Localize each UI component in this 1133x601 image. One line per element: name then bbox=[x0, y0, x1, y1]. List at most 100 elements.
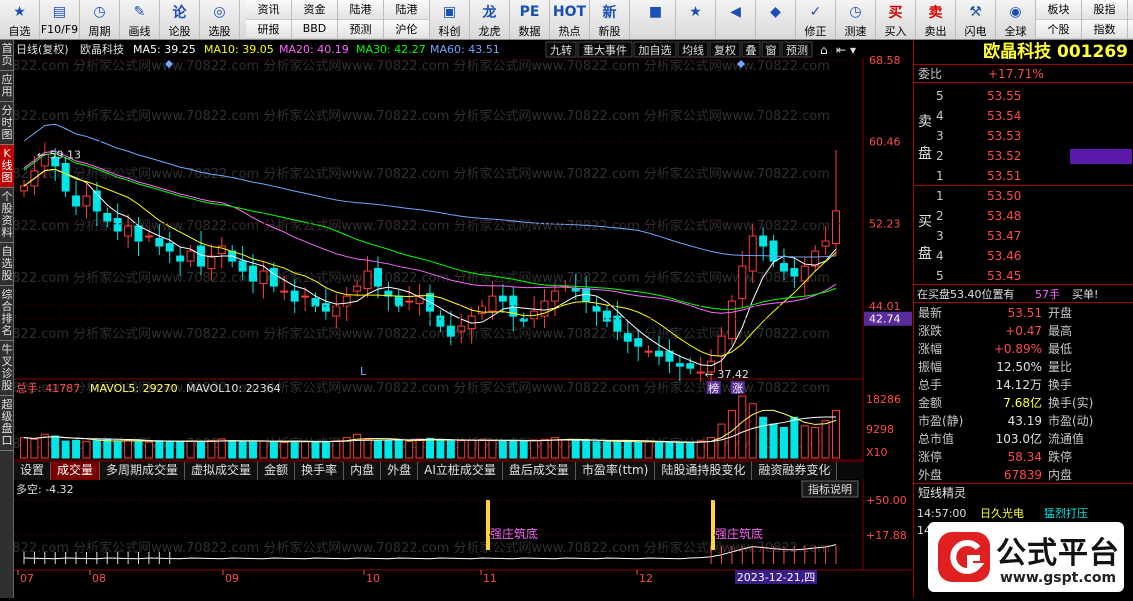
tool3-0[interactable]: ■ bbox=[636, 0, 676, 39]
tool2-1[interactable]: 龙龙虎 bbox=[470, 0, 510, 39]
tool-group-1-1[interactable]: BBD bbox=[292, 19, 337, 39]
buy-4-level: 4 bbox=[936, 249, 944, 263]
tool-group2-1-1[interactable]: 指数 bbox=[1082, 19, 1127, 39]
left-tab-5[interactable]: 自选股 bbox=[0, 243, 14, 286]
volume-bar bbox=[602, 441, 611, 459]
tool-group2-2-0[interactable]: 美股 bbox=[1128, 0, 1133, 20]
tab-4[interactable]: 金额 bbox=[258, 462, 296, 480]
volume-bar bbox=[134, 440, 143, 459]
badge-bang-text: 榜 bbox=[708, 381, 719, 395]
tool-3-icon: ✎ bbox=[133, 4, 146, 20]
left-tab-6[interactable]: 综合排名 bbox=[0, 286, 14, 341]
left-tab-2[interactable]: 分时图 bbox=[0, 102, 14, 145]
stat-label2-4: 换手 bbox=[1048, 378, 1073, 392]
volume-bar bbox=[738, 395, 747, 459]
tool2-2-label: 数据 bbox=[518, 25, 541, 38]
volume-bar bbox=[800, 425, 809, 459]
tool-2-label: 周期 bbox=[88, 25, 111, 38]
tool4-1[interactable]: 卖卖出 bbox=[916, 0, 956, 39]
tool3-2[interactable]: ◀ bbox=[716, 0, 756, 39]
tool4-2[interactable]: ⚒ 闪电 bbox=[956, 0, 996, 39]
tool2-1-icon: 龙 bbox=[482, 5, 497, 21]
tool-4[interactable]: 论论股 bbox=[160, 0, 200, 39]
tool-0-label: 自选 bbox=[8, 25, 31, 38]
tool3-4[interactable]: ✓ 修正 bbox=[796, 0, 836, 39]
mavol10-label: MAVOL10: 22364 bbox=[186, 382, 281, 395]
stat-label2-5: 换手(实) bbox=[1048, 396, 1094, 410]
volume-bar bbox=[467, 439, 476, 459]
tool-group2-1-0[interactable]: 股指 bbox=[1082, 0, 1127, 20]
tool-5-label: 选股 bbox=[208, 25, 231, 38]
left-tab-7[interactable]: 牛叉诊股 bbox=[0, 341, 14, 396]
tool-group-0-1[interactable]: 研报 bbox=[246, 19, 291, 39]
tool-1[interactable]: ▤ F10/F9 bbox=[40, 0, 80, 39]
volume-bar bbox=[249, 441, 258, 459]
stat-value-8: 58.34 bbox=[1007, 450, 1042, 464]
tab-2[interactable]: 多周期成交量 bbox=[100, 462, 186, 480]
left-tab-0[interactable]: 首页 bbox=[0, 40, 14, 71]
ma10-label: MA10: 39.05 bbox=[204, 43, 274, 56]
zaimai-btn[interactable]: 买单! bbox=[1072, 285, 1098, 304]
sell-4-price: 53.54 bbox=[987, 109, 1022, 123]
badge-zhang-text: 涨 bbox=[732, 382, 743, 395]
buy-2-price: 53.48 bbox=[987, 209, 1022, 223]
chart-area[interactable]: 0822.com 分析家公式网www.70822.com 分析家公式网www.7… bbox=[4, 40, 913, 601]
tool-group2-2-1[interactable] bbox=[1128, 19, 1133, 39]
tab-7[interactable]: 外盘 bbox=[381, 462, 419, 480]
tool-1-icon: ▤ bbox=[52, 4, 67, 20]
watermark-0: 0822.com 分析家公式网www.70822.com 分析家公式网www.7… bbox=[14, 58, 830, 74]
tool3-4-icon: ✓ bbox=[809, 4, 822, 20]
left-tab-4[interactable]: 个股资料 bbox=[0, 188, 14, 243]
tab-1[interactable]: 成交量 bbox=[51, 462, 101, 480]
volume-bar bbox=[811, 426, 820, 459]
chart-title: 日线(复权) bbox=[16, 42, 69, 56]
tool-3[interactable]: ✎ 画线 bbox=[120, 0, 160, 39]
tool4-0[interactable]: 买买入 bbox=[876, 0, 916, 39]
tab-10[interactable]: 市盈率(ttm) bbox=[575, 462, 656, 480]
left-tab-1[interactable]: 应用 bbox=[0, 71, 14, 102]
tab-3[interactable]: 虚拟成交量 bbox=[185, 462, 259, 480]
stat-label-0: 最新 bbox=[918, 306, 943, 320]
tool-2[interactable]: ◷ 周期 bbox=[80, 0, 120, 39]
tool-group-0-0[interactable]: 资讯 bbox=[246, 0, 291, 20]
sell-4: 4 53.54 bbox=[914, 107, 1133, 126]
tool-group-3-1[interactable]: 沪伦 bbox=[384, 19, 429, 39]
tool2-3[interactable]: HOT 热点 bbox=[550, 0, 590, 39]
candle bbox=[61, 157, 70, 197]
volume-bar bbox=[571, 439, 580, 459]
tool2-2[interactable]: PE 数据 bbox=[510, 0, 550, 39]
tab-0[interactable]: 设置 bbox=[14, 462, 52, 480]
chart-btn-label-0: 九转 bbox=[550, 43, 572, 57]
tab-5[interactable]: 换手率 bbox=[295, 462, 345, 480]
tool3-1[interactable]: ★ bbox=[676, 0, 716, 39]
buy-2: 2 53.48 bbox=[914, 207, 1133, 226]
weibi-label: 委比 bbox=[918, 67, 943, 81]
tool2-0[interactable]: ▣ 科创 bbox=[430, 0, 470, 39]
tool-group2-0-1[interactable]: 个股 bbox=[1036, 19, 1081, 39]
sell-3: 3 53.53 bbox=[914, 127, 1133, 146]
tab-11[interactable]: 陆股通持股变化 bbox=[655, 462, 753, 480]
tab-12[interactable]: 融资融券变化 bbox=[752, 462, 838, 480]
tool-group-3-0[interactable]: 陆港 bbox=[384, 0, 429, 20]
left-tab-3[interactable]: K线图 bbox=[0, 145, 14, 188]
stat-row-2: 涨幅 +0.89% 最低 bbox=[914, 340, 1133, 359]
tool-group-2-0[interactable]: 陆港 bbox=[338, 0, 383, 20]
tool-5[interactable]: ◎ 选股 bbox=[200, 0, 240, 39]
tool-3-label: 画线 bbox=[128, 25, 151, 38]
zaimai-text: 在买盘53.40位置有 bbox=[917, 288, 1015, 301]
volume-bar bbox=[207, 439, 216, 459]
tool3-3[interactable]: ◆ bbox=[756, 0, 796, 39]
tab-8[interactable]: AI立桩成交量 bbox=[418, 462, 503, 480]
tool2-0-label: 科创 bbox=[438, 25, 461, 38]
tool-group2-0-0[interactable]: 板块 bbox=[1036, 0, 1081, 20]
tool3-5[interactable]: ◷ 测速 bbox=[836, 0, 876, 39]
volume-bar bbox=[51, 435, 60, 459]
tool-0[interactable]: ★ 自选 bbox=[0, 0, 40, 39]
tool2-4[interactable]: 新新股 bbox=[590, 0, 630, 39]
tool-group-2-1[interactable]: 预测 bbox=[338, 19, 383, 39]
tool4-3[interactable]: ◉ 全球 bbox=[996, 0, 1036, 39]
tab-6[interactable]: 内盘 bbox=[344, 462, 382, 480]
tool-group-1-0[interactable]: 资金 bbox=[292, 0, 337, 20]
tab-9[interactable]: 盘后成交量 bbox=[502, 462, 576, 480]
left-tab-8[interactable]: 超级盘口 bbox=[0, 396, 14, 451]
